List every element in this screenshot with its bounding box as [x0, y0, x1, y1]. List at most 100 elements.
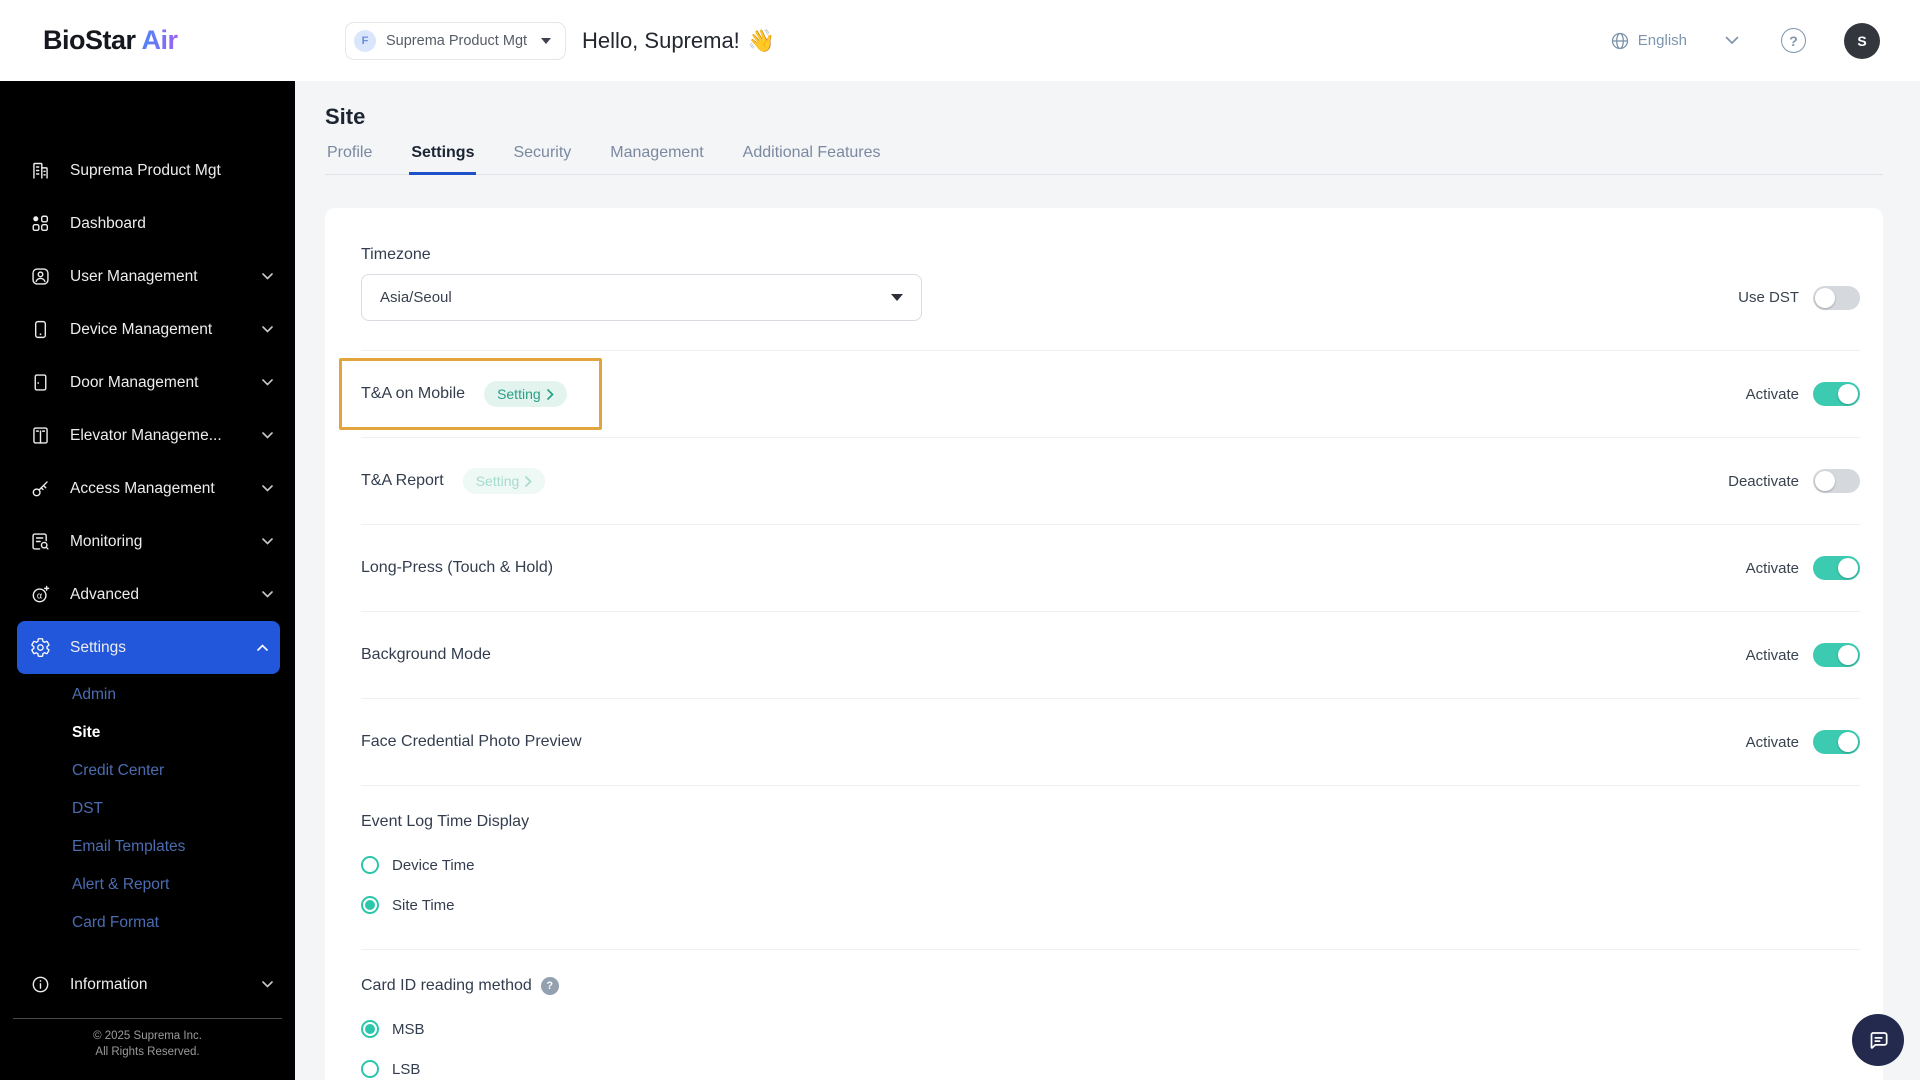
chevron-down-icon [262, 326, 273, 333]
sidebar-item-label: Door Management [70, 373, 199, 391]
ta-report-row: T&A Report Setting Deactivate [361, 438, 1860, 525]
ta-report-toggle[interactable] [1813, 469, 1860, 493]
tab-settings[interactable]: Settings [409, 144, 477, 175]
sidebar-item-label: Access Management [70, 479, 215, 497]
card-id-section: Card ID reading method ? MSB LSB [361, 950, 1860, 1080]
chat-button[interactable] [1852, 1014, 1904, 1066]
chevron-up-icon [257, 644, 268, 651]
submenu-item-email-templates[interactable]: Email Templates [0, 828, 295, 866]
sidebar-divider [13, 1018, 282, 1019]
sidebar-item-dashboard[interactable]: Dashboard [0, 197, 295, 250]
language-chevron-icon[interactable] [1725, 36, 1739, 45]
sidebar-item-door-management[interactable]: Door Management [0, 356, 295, 409]
submenu-item-card-format[interactable]: Card Format [0, 904, 295, 942]
face-credential-toggle-control: Activate [1746, 730, 1860, 754]
sidebar-item-label: Monitoring [70, 532, 143, 550]
chevron-right-icon [546, 388, 554, 400]
copyright-notice: © 2025 Suprema Inc. All Rights Reserved. [0, 1028, 295, 1060]
account-selector[interactable]: F Suprema Product Mgt [345, 21, 567, 60]
submenu-item-admin[interactable]: Admin [0, 676, 295, 714]
sidebar-item-access-management[interactable]: Access Management [0, 462, 295, 515]
sidebar-item-monitoring[interactable]: Monitoring [0, 515, 295, 568]
long-press-toggle[interactable] [1813, 556, 1860, 580]
account-name: Suprema Product Mgt [386, 32, 528, 49]
submenu-item-credit-center[interactable]: Credit Center [0, 752, 295, 790]
background-mode-toggle[interactable] [1813, 643, 1860, 667]
card-id-label-row: Card ID reading method ? [361, 977, 1860, 995]
ta-on-mobile-label: T&A on Mobile [361, 385, 466, 402]
card-id-label: Card ID reading method [361, 977, 532, 994]
submenu-item-alert-report[interactable]: Alert & Report [0, 866, 295, 904]
sidebar-item-suprema-product-mgt[interactable]: Suprema Product Mgt [0, 144, 295, 197]
submenu-item-label: Site [72, 724, 101, 741]
submenu-item-label: Email Templates [72, 838, 186, 855]
globe-icon [1611, 32, 1628, 49]
dashboard-icon [30, 213, 51, 234]
timezone-select[interactable]: Asia/Seoul [361, 274, 922, 321]
language-selector[interactable]: English [1610, 31, 1687, 51]
submenu-item-site[interactable]: Site [0, 714, 295, 752]
wave-emoji: 👋 [747, 27, 776, 53]
use-dst-control: Use DST [1738, 285, 1860, 310]
sidebar-item-information[interactable]: Information [0, 958, 295, 1011]
device-icon [30, 319, 51, 340]
tab-profile[interactable]: Profile [325, 144, 374, 174]
sidebar-item-label: Dashboard [70, 214, 146, 232]
chevron-down-icon [262, 379, 273, 386]
building-icon [30, 160, 51, 181]
avatar[interactable]: S [1844, 22, 1880, 59]
sidebar-item-user-management[interactable]: User Management [0, 250, 295, 303]
radio-icon [361, 1060, 379, 1078]
tab-security[interactable]: Security [511, 144, 573, 174]
face-credential-row: Face Credential Photo Preview Activate [361, 699, 1860, 786]
radio-option-msb[interactable]: MSB [361, 1009, 425, 1049]
tab-management[interactable]: Management [608, 144, 705, 174]
chevron-down-icon [262, 981, 273, 988]
submenu-item-dst[interactable]: DST [0, 790, 295, 828]
sidebar-item-settings[interactable]: Settings [17, 621, 280, 674]
sidebar-item-elevator-management[interactable]: Elevator Manageme... [0, 409, 295, 462]
submenu-item-label: Admin [72, 686, 116, 703]
page-title: Site [325, 104, 366, 129]
face-credential-toggle[interactable] [1813, 730, 1860, 754]
toggle-state-label: Activate [1745, 385, 1799, 403]
select-caret-icon [891, 294, 903, 301]
radio-option-label: Site Time [392, 896, 455, 914]
timezone-controls: Asia/Seoul Use DST [361, 274, 1860, 321]
chevron-down-icon [262, 432, 273, 439]
radio-option-lsb[interactable]: LSB [361, 1049, 420, 1080]
ta-on-mobile-row: T&A on Mobile Setting Activate [339, 351, 1860, 438]
language-label: English [1637, 32, 1687, 49]
toggle-state-label: Deactivate [1728, 472, 1799, 490]
long-press-row: Long-Press (Touch & Hold) Activate [361, 525, 1860, 612]
avatar-initial: S [1857, 32, 1867, 49]
ta-on-mobile-toggle[interactable] [1813, 382, 1860, 406]
radio-option-device-time[interactable]: Device Time [361, 845, 475, 885]
ta-on-mobile-setting-button[interactable]: Setting [484, 381, 567, 407]
main-content: Site Profile Settings Security Managemen… [295, 81, 1920, 1080]
radio-option-label: Device Time [392, 856, 475, 874]
sidebar-item-advanced[interactable]: α Advanced [0, 568, 295, 621]
help-icon[interactable]: ? [1781, 28, 1806, 53]
greeting-text: Hello, Suprema! 👋 [582, 28, 775, 54]
settings-submenu: Admin Site Credit Center DST Email Templ… [0, 674, 295, 942]
ta-on-mobile-toggle-control: Activate [1746, 382, 1860, 406]
setting-button-label: Setting [475, 473, 520, 489]
background-mode-row: Background Mode Activate [361, 612, 1860, 699]
ta-report-setting-button[interactable]: Setting [462, 468, 546, 494]
submenu-item-label: Alert & Report [72, 876, 170, 893]
advanced-alpha-icon: α [30, 584, 51, 605]
logo-text-biostar: BioStar [43, 25, 136, 55]
radio-option-site-time[interactable]: Site Time [361, 885, 455, 925]
toggle-state-label: Activate [1745, 559, 1799, 577]
long-press-label: Long-Press (Touch & Hold) [361, 559, 554, 576]
radio-option-label: MSB [392, 1020, 425, 1038]
sidebar-item-label: Elevator Manageme... [70, 426, 222, 444]
help-tooltip-icon[interactable]: ? [540, 977, 559, 995]
sidebar-item-device-management[interactable]: Device Management [0, 303, 295, 356]
use-dst-toggle[interactable] [1813, 285, 1860, 310]
chevron-down-icon [262, 538, 273, 545]
copyright-line2: All Rights Reserved. [95, 1046, 200, 1058]
timezone-row: Timezone Asia/Seoul Use DST [361, 208, 1860, 351]
tab-additional-features[interactable]: Additional Features [741, 144, 883, 174]
